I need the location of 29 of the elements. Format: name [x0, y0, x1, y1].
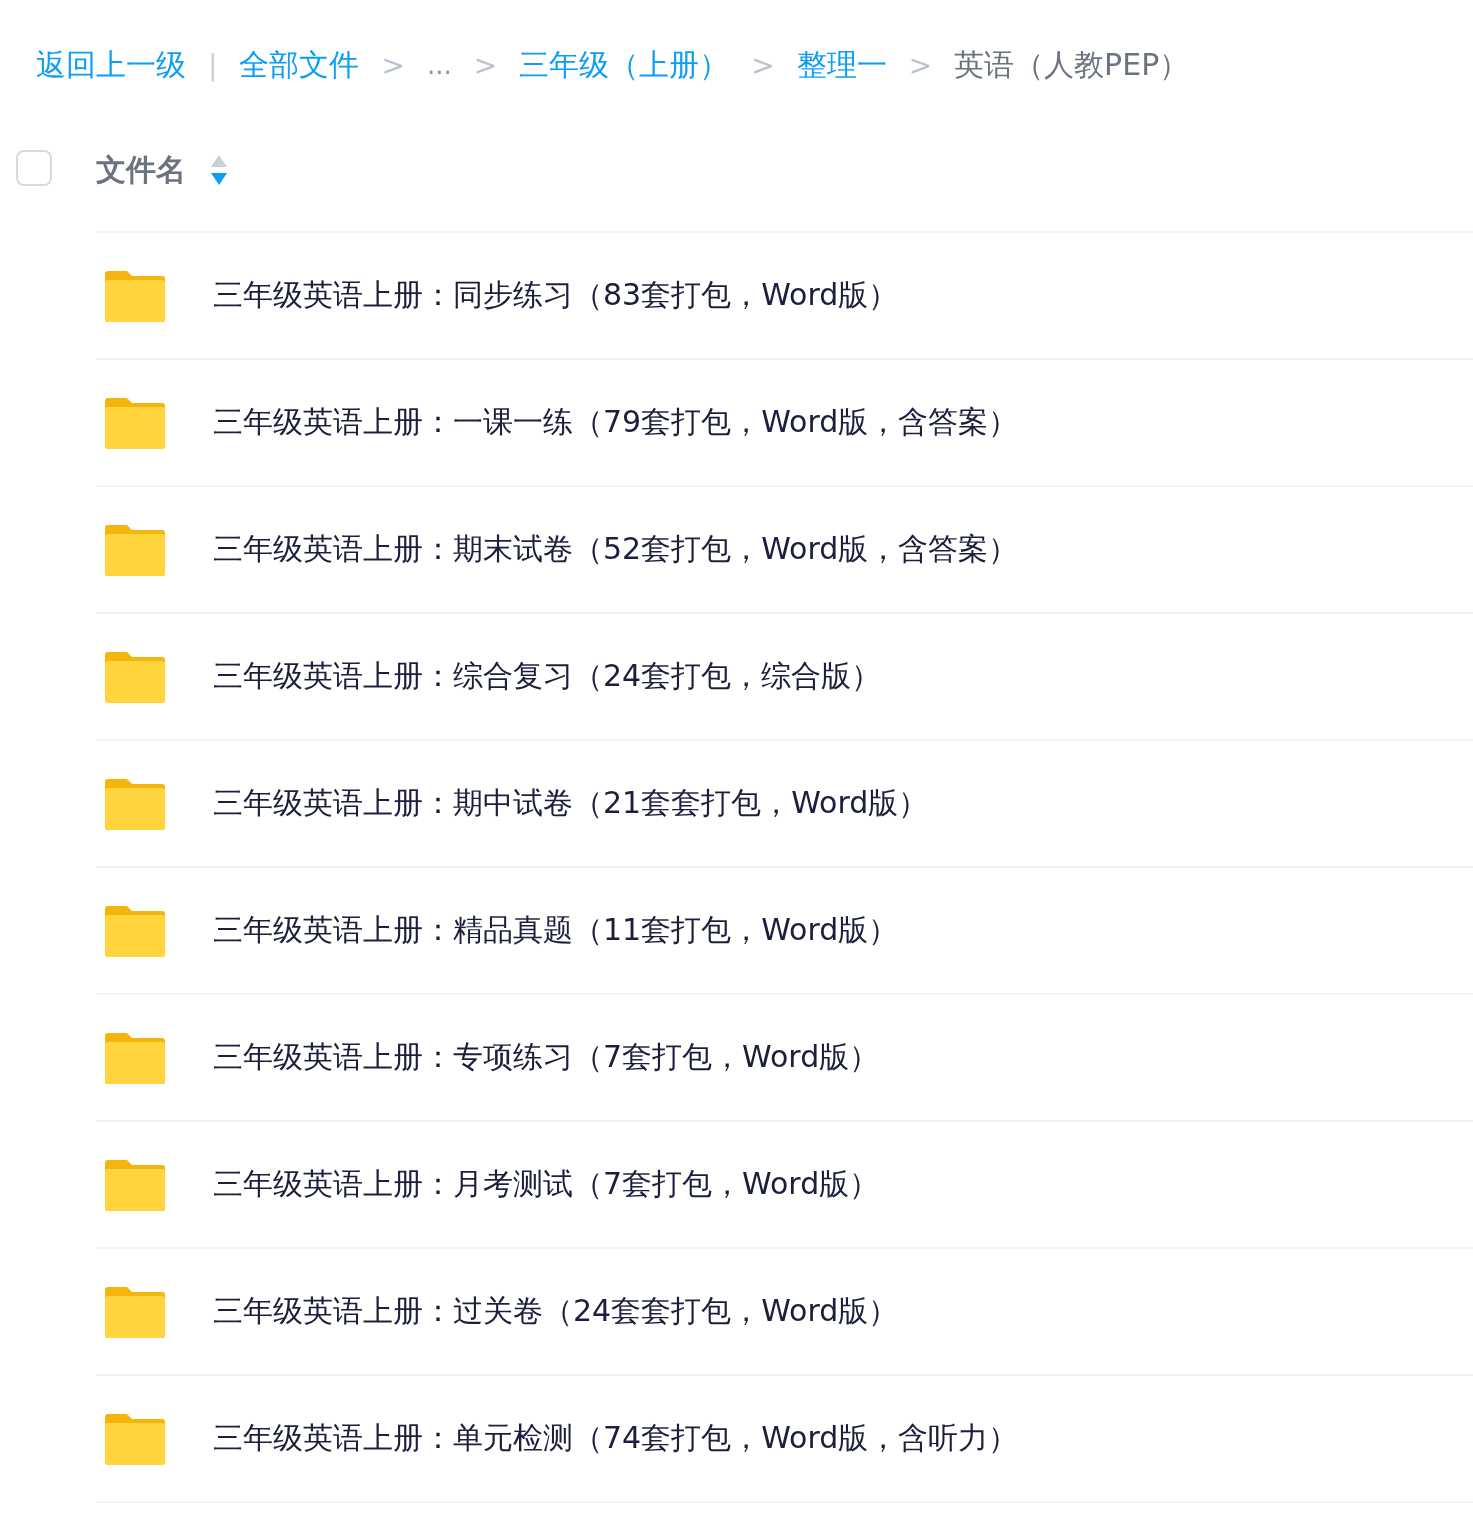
- breadcrumb-separator: >: [908, 48, 933, 82]
- folder-name[interactable]: 三年级英语上册：期中试卷（21套套打包，Word版）: [213, 783, 929, 824]
- breadcrumb-separator: >: [381, 48, 405, 82]
- folder-name[interactable]: 三年级英语上册：一课一练（79套打包，Word版，含答案）: [213, 402, 1019, 443]
- folder-icon: [105, 1030, 165, 1085]
- folder-icon: [105, 522, 165, 577]
- breadcrumb-separator: >: [473, 48, 498, 82]
- breadcrumb-separator: >: [751, 48, 775, 82]
- select-all-checkbox[interactable]: [16, 150, 52, 186]
- folder-name[interactable]: 三年级英语上册：月考测试（7套打包，Word版）: [213, 1164, 880, 1205]
- folder-name[interactable]: 三年级英语上册：综合复习（24套打包，综合版）: [213, 656, 882, 697]
- folder-icon: [105, 649, 165, 704]
- folder-name[interactable]: 三年级英语上册：精品真题（11套打包，Word版）: [213, 910, 899, 951]
- folder-icon: [105, 395, 165, 450]
- folder-icon: [105, 903, 165, 958]
- folder-name[interactable]: 三年级英语上册：期末试卷（52套打包，Word版，含答案）: [213, 529, 1019, 570]
- folder-name[interactable]: 三年级英语上册：同步练习（83套打包，Word版）: [213, 275, 899, 316]
- folder-icon: [105, 1284, 165, 1339]
- folder-icon: [105, 1411, 165, 1466]
- column-header[interactable]: 文件名: [96, 149, 186, 191]
- folder-icon: [105, 776, 165, 831]
- breadcrumb-current: 英语（人教PEP）: [954, 45, 1190, 84]
- folder-name[interactable]: 三年级英语上册：单元检测（74套打包，Word版，含听力）: [213, 1418, 1019, 1459]
- folder-name[interactable]: 三年级英语上册：专项练习（7套打包，Word版）: [213, 1037, 880, 1078]
- breadcrumb-divider: |: [208, 48, 218, 82]
- folder-icon: [105, 1157, 165, 1212]
- folder-icon: [105, 268, 165, 323]
- sort-icon[interactable]: [210, 154, 228, 186]
- folder-name[interactable]: 三年级英语上册：过关卷（24套套打包，Word版）: [213, 1291, 899, 1332]
